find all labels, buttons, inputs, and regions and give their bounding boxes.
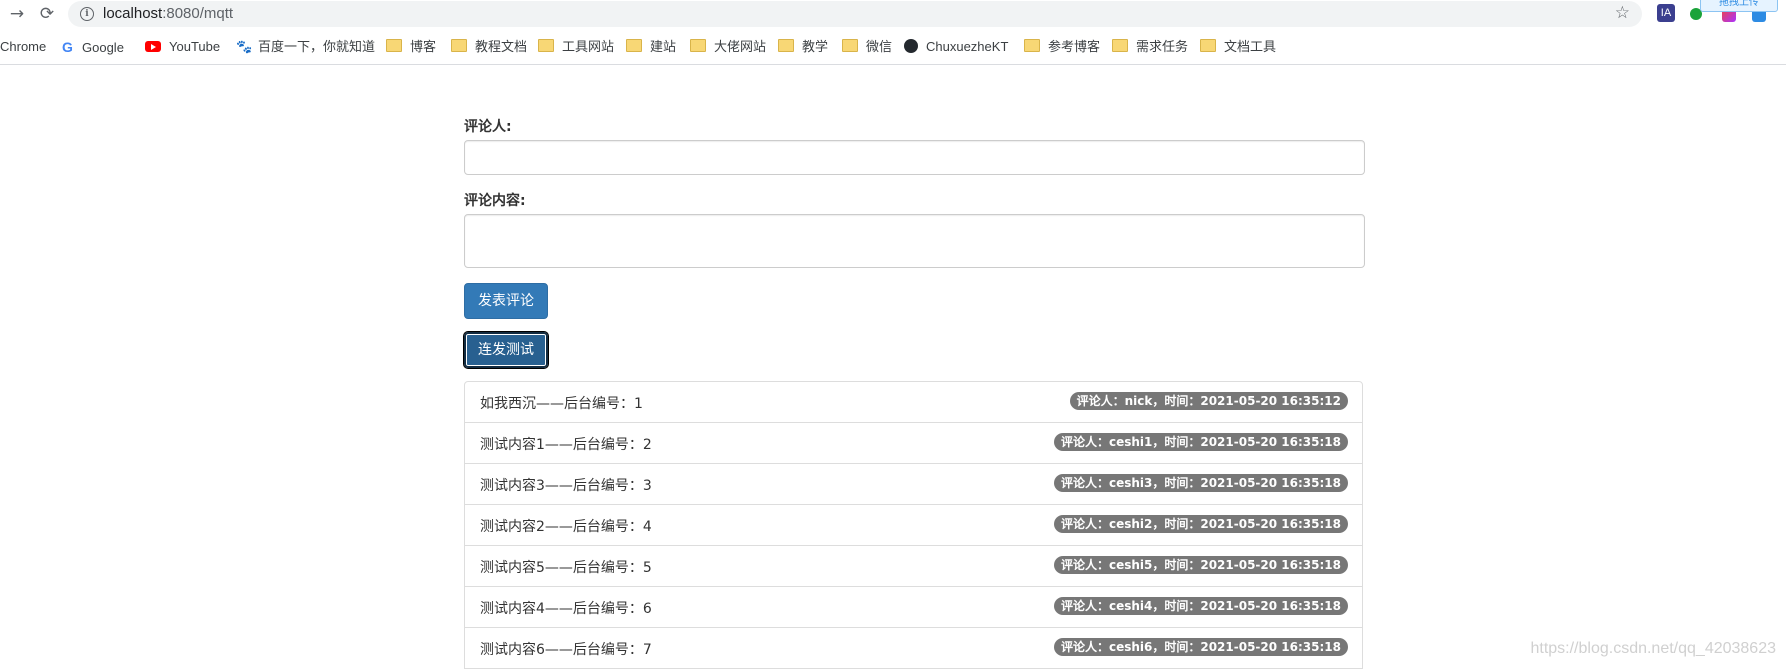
folder-icon [778,39,794,52]
address-bar[interactable]: i localhost:8080/mqtt ☆ [68,1,1642,27]
bookmark-experts[interactable]: 大佬网站 [690,36,766,58]
baidu-icon: 🐾 [236,39,253,54]
reload-icon[interactable]: ⟳ [36,3,58,25]
bookmark-wechat[interactable]: 微信 [842,36,892,58]
bookmarks-bar: Chrome G Google YouTube 🐾 百度一下，你就知道 博客 教程文… [0,30,1786,65]
list-item: 测试内容5——后台编号：5 评论人：ceshi5，时间：2021-05-20 1… [464,546,1363,587]
bookmark-label: Chrome [0,39,47,54]
bookmark-star-icon[interactable]: ☆ [1615,3,1630,23]
extension-ia-icon[interactable]: IA [1657,4,1675,22]
bookmark-label: 工具网站 [562,39,615,54]
comment-text: 测试内容5——后台编号：5 [480,560,652,576]
bookmark-chrome[interactable]: Chrome [0,36,46,58]
content-label: 评论内容: [464,193,526,209]
bookmark-label: 教程文档 [475,39,528,54]
watermark-text: https://blog.csdn.net/qq_42038623 [1530,640,1776,657]
bookmark-label: 参考博客 [1048,39,1101,54]
list-item: 测试内容2——后台编号：4 评论人：ceshi2，时间：2021-05-20 1… [464,505,1363,546]
github-icon [904,39,918,53]
list-item: 测试内容6——后台编号：7 评论人：ceshi6，时间：2021-05-20 1… [464,628,1363,669]
bookmark-label: ChuxuezheKT [926,39,1009,54]
folder-icon [1200,39,1216,52]
bookmark-build-site[interactable]: 建站 [626,36,676,58]
bookmark-tutorials[interactable]: 教程文档 [451,36,527,58]
bookmark-label: 大佬网站 [714,39,767,54]
list-item: 测试内容3——后台编号：3 评论人：ceshi3，时间：2021-05-20 1… [464,464,1363,505]
commenter-label: 评论人: [464,119,512,135]
burst-test-button[interactable]: 连发测试 [463,331,549,369]
comment-meta-badge: 评论人：ceshi4，时间：2021-05-20 16:35:18 [1053,597,1348,615]
list-item: 测试内容4——后台编号：6 评论人：ceshi4，时间：2021-05-20 1… [464,587,1363,628]
comment-text: 测试内容3——后台编号：3 [480,478,652,494]
list-item: 如我西沉——后台编号：1 评论人：nick，时间：2021-05-20 16:3… [464,381,1363,423]
bookmark-label: 百度一下，你就知道 [258,39,376,54]
bookmark-tools[interactable]: 工具网站 [538,36,614,58]
bookmark-blog[interactable]: 博客 [386,36,436,58]
folder-icon [842,39,858,52]
drag-upload-widget[interactable]: 拖拽上传 [1700,0,1778,12]
bookmark-tasks[interactable]: 需求任务 [1112,36,1188,58]
bookmark-google[interactable]: G Google [62,36,124,58]
bookmark-github[interactable]: ChuxuezheKT [904,36,1008,58]
youtube-icon [145,41,161,52]
forward-icon[interactable]: → [6,3,28,25]
google-icon: G [62,39,73,55]
browser-toolbar: → ⟳ i localhost:8080/mqtt ☆ IA 拖拽上传 [0,0,1786,28]
bookmark-ref-blogs[interactable]: 参考博客 [1024,36,1100,58]
comment-text: 测试内容1——后台编号：2 [480,437,652,453]
comment-meta-badge: 评论人：nick，时间：2021-05-20 16:35:12 [1069,392,1348,410]
comment-list: 如我西沉——后台编号：1 评论人：nick，时间：2021-05-20 16:3… [464,381,1363,669]
bookmark-doc-tools[interactable]: 文档工具 [1200,36,1276,58]
folder-icon [1112,39,1128,52]
comment-meta-badge: 评论人：ceshi1，时间：2021-05-20 16:35:18 [1053,433,1348,451]
folder-icon [690,39,706,52]
folder-icon [538,39,554,52]
comment-text: 测试内容4——后台编号：6 [480,601,652,617]
comment-meta-badge: 评论人：ceshi5，时间：2021-05-20 16:35:18 [1053,556,1348,574]
bookmark-baidu[interactable]: 🐾 百度一下，你就知道 [236,36,375,58]
folder-icon [386,39,402,52]
bookmark-teaching[interactable]: 教学 [778,36,828,58]
bookmark-label: 教学 [802,39,829,54]
folder-icon [451,39,467,52]
comment-text: 如我西沉——后台编号：1 [480,396,643,412]
submit-comment-button[interactable]: 发表评论 [464,283,548,319]
bookmark-youtube[interactable]: YouTube [145,36,220,58]
content-textarea[interactable] [464,214,1365,268]
folder-icon [1024,39,1040,52]
folder-icon [626,39,642,52]
bookmark-label: 建站 [650,39,677,54]
bookmark-label: 博客 [410,39,437,54]
comment-text: 测试内容6——后台编号：7 [480,642,652,658]
bookmark-label: 文档工具 [1224,39,1277,54]
comment-text: 测试内容2——后台编号：4 [480,519,652,535]
list-item: 测试内容1——后台编号：2 评论人：ceshi1，时间：2021-05-20 1… [464,423,1363,464]
url-text[interactable]: localhost:8080/mqtt [103,5,233,22]
bookmark-label: Google [82,40,124,55]
bookmark-label: 微信 [866,39,893,54]
comment-meta-badge: 评论人：ceshi2，时间：2021-05-20 16:35:18 [1053,515,1348,533]
bookmark-label: YouTube [169,39,221,54]
comment-meta-badge: 评论人：ceshi6，时间：2021-05-20 16:35:18 [1053,638,1348,656]
info-icon[interactable]: i [80,7,94,21]
comment-meta-badge: 评论人：ceshi3，时间：2021-05-20 16:35:18 [1053,474,1348,492]
bookmark-label: 需求任务 [1136,39,1189,54]
commenter-input[interactable] [464,140,1365,175]
